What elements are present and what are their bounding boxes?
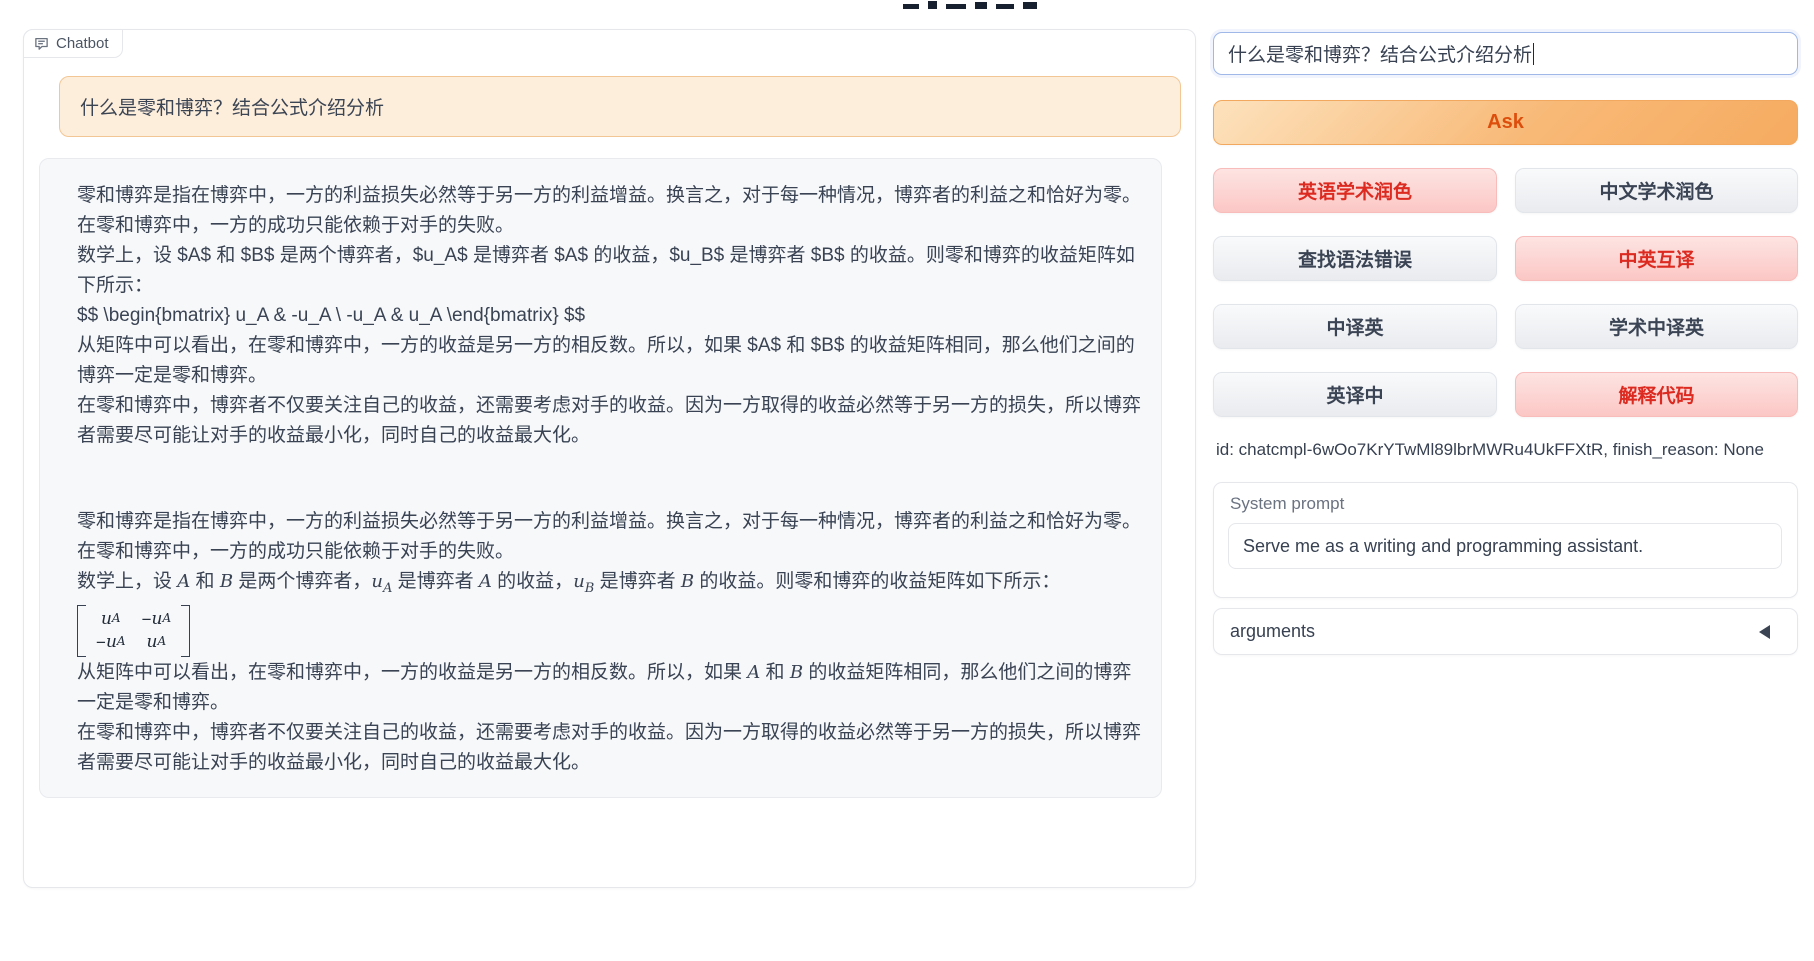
action-button-explain-code[interactable]: 解释代码 [1515, 372, 1798, 417]
title-fragment [996, 4, 1014, 9]
text-cursor [1533, 43, 1534, 65]
matrix-left-bracket [77, 605, 86, 657]
action-button-chinese-academic-polish[interactable]: 中文学术润色 [1515, 168, 1798, 213]
title-fragment [1023, 2, 1037, 9]
app-root: Chatbot 什么是零和博弈？结合公式介绍分析 零和博弈是指在博弈中，一方的利… [0, 0, 1814, 961]
system-prompt-value: Serve me as a writing and programming as… [1243, 536, 1643, 557]
ask-button[interactable]: Ask [1213, 100, 1798, 145]
arguments-accordion[interactable]: arguments [1213, 608, 1798, 655]
chat-bubble-icon [34, 36, 49, 51]
question-input-value: 什么是零和博弈？结合公式介绍分析 [1228, 40, 1532, 67]
bot-raw-paragraph: 在零和博弈中，博弈者不仅要关注自己的收益，还需要考虑对手的收益。因为一方取得的收… [77, 391, 1145, 451]
action-button-zh-to-en[interactable]: 中译英 [1213, 304, 1497, 349]
user-message-bubble: 什么是零和博弈？结合公式介绍分析 [59, 76, 1181, 137]
bot-rendered-paragraph: 在零和博弈中，博弈者不仅要关注自己的收益，还需要考虑对手的收益。因为一方取得的收… [77, 718, 1145, 778]
user-message-text: 什么是零和博弈？结合公式介绍分析 [80, 93, 384, 120]
accordion-label: arguments [1230, 621, 1315, 642]
bot-message-rendered: 零和博弈是指在博弈中，一方的利益损失必然等于另一方的利益增益。换言之，对于每一种… [77, 507, 1145, 778]
action-button-en-to-zh[interactable]: 英译中 [1213, 372, 1497, 417]
title-fragment [928, 1, 937, 9]
bot-raw-paragraph: 数学上，设 $A$ 和 $B$ 是两个博弈者，$u_A$ 是博弈者 $A$ 的收… [77, 241, 1145, 301]
chatbot-panel[interactable]: Chatbot 什么是零和博弈？结合公式介绍分析 零和博弈是指在博弈中，一方的利… [23, 29, 1196, 888]
bot-raw-latex-line: $$ \begin{bmatrix} u_A & -u_A \ -u_A & u… [77, 301, 1145, 331]
action-button-zh-en-mutual-translate[interactable]: 中英互译 [1515, 236, 1798, 281]
bot-rendered-math-paragraph: 从矩阵中可以看出，在零和博弈中，一方的收益是另一方的相反数。所以，如果 A 和 … [77, 658, 1145, 718]
bot-message-raw: 零和博弈是指在博弈中，一方的利益损失必然等于另一方的利益增益。换言之，对于每一种… [77, 181, 1145, 451]
collapse-triangle-icon [1759, 625, 1770, 639]
clipped-page-heading [903, 0, 1039, 9]
quick-action-grid: 英语学术润色 中文学术润色 查找语法错误 中英互译 中译英 学术中译英 英译中 … [1213, 168, 1798, 417]
action-button-academic-zh-to-en[interactable]: 学术中译英 [1515, 304, 1798, 349]
bot-rendered-paragraph: 零和博弈是指在博弈中，一方的利益损失必然等于另一方的利益增益。换言之，对于每一种… [77, 507, 1145, 567]
system-prompt-input[interactable]: Serve me as a writing and programming as… [1228, 523, 1782, 569]
title-fragment [946, 4, 966, 9]
system-prompt-label: System prompt [1230, 494, 1344, 514]
title-fragment [903, 4, 919, 9]
bot-rendered-math-paragraph: 数学上，设 A 和 B 是两个博弈者，uA 是博弈者 A 的收益，uB 是博弈者… [77, 567, 1145, 604]
payoff-matrix: uA−uA−uAuA [77, 605, 190, 657]
bot-raw-paragraph: 零和博弈是指在博弈中，一方的利益损失必然等于另一方的利益增益。换言之，对于每一种… [77, 181, 1145, 241]
bot-message-bubble: 零和博弈是指在博弈中，一方的利益损失必然等于另一方的利益增益。换言之，对于每一种… [39, 158, 1162, 798]
question-input[interactable]: 什么是零和博弈？结合公式介绍分析 [1213, 32, 1798, 75]
bot-raw-paragraph: 从矩阵中可以看出，在零和博弈中，一方的收益是另一方的相反数。所以，如果 $A$ … [77, 331, 1145, 391]
chatbot-label-text: Chatbot [56, 35, 109, 52]
system-prompt-group: System prompt Serve me as a writing and … [1213, 482, 1798, 598]
title-fragment [975, 2, 987, 9]
action-button-english-academic-polish[interactable]: 英语学术润色 [1213, 168, 1497, 213]
completion-status-line: id: chatcmpl-6wOo7KrYTwMl89lbrMWRu4UkFFX… [1216, 440, 1764, 460]
chatbot-label: Chatbot [23, 29, 123, 58]
matrix-right-bracket [181, 605, 190, 657]
matrix-body: uA−uA−uAuA [86, 605, 181, 657]
action-button-find-grammar-errors[interactable]: 查找语法错误 [1213, 236, 1497, 281]
